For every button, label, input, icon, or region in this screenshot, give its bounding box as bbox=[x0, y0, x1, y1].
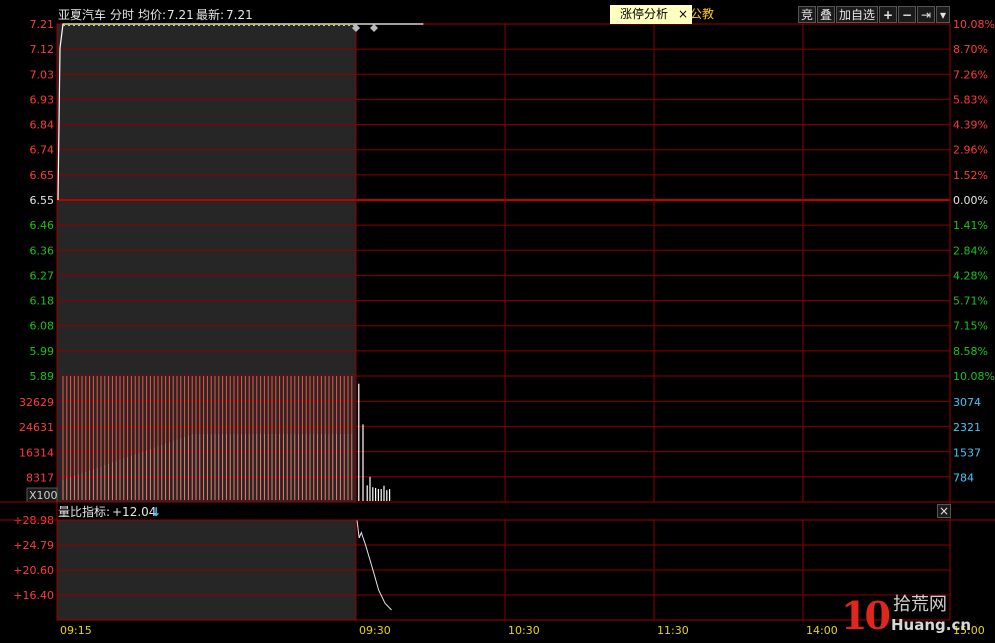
chart-canvas: 7.21 7.12 7.03 6.93 6.84 6.74 6.65 6.55 6.46 6.36… bbox=[0, 18, 995, 637]
price-tick-label: 6.27 bbox=[30, 269, 55, 282]
volume-tick-label: 8317 bbox=[26, 472, 54, 485]
time-tick-label: 09:15 bbox=[60, 624, 92, 637]
percent-tick-label: 1.41% bbox=[953, 219, 988, 232]
volume-right-tick-label: 784 bbox=[953, 472, 974, 485]
time-tick-label: 10:30 bbox=[508, 624, 540, 637]
percent-tick-label: 8.58% bbox=[953, 345, 988, 358]
price-tick-label: 7.03 bbox=[30, 68, 55, 81]
percent-tick-label: 1.52% bbox=[953, 169, 988, 182]
percent-tick-label: 4.28% bbox=[953, 269, 988, 282]
ratio-tick-label: +24.79 bbox=[13, 539, 54, 552]
volume-tick-label: 32629 bbox=[19, 396, 54, 409]
volume-right-tick-label: 1537 bbox=[953, 446, 981, 459]
intraday-chart: 7.21 7.12 7.03 6.93 6.84 6.74 6.65 6.55 6.46 6.36… bbox=[0, 0, 995, 639]
volume-tick-label: 24631 bbox=[19, 421, 54, 434]
watermark-cn: 拾荒网 bbox=[893, 594, 947, 615]
popup-behind-text: 公教 bbox=[690, 7, 715, 21]
close-icon[interactable]: × bbox=[678, 5, 688, 24]
volume-right-tick-label: 3074 bbox=[953, 396, 981, 409]
volume-tick-label: 16314 bbox=[19, 446, 54, 459]
time-tick-label: 09:30 bbox=[359, 624, 391, 637]
watermark-logo: 10 拾荒网 Huang.cn bbox=[841, 595, 991, 637]
plus-icon[interactable]: + bbox=[879, 6, 897, 23]
chevron-down-icon[interactable]: ▾ bbox=[936, 6, 950, 23]
stock-name: 亚夏汽车 bbox=[58, 8, 107, 22]
percent-tick-label: 10.08% bbox=[953, 18, 995, 31]
percent-tick-label: 7.26% bbox=[953, 68, 988, 81]
event-marker-icon bbox=[370, 24, 378, 32]
volume-unit-label: X100 bbox=[29, 489, 58, 502]
price-tick-label: 6.18 bbox=[30, 295, 55, 308]
price-tick-label: 6.74 bbox=[30, 144, 55, 157]
percent-tick-label: 2.84% bbox=[953, 244, 988, 257]
indicator-close-icon[interactable]: × bbox=[937, 504, 951, 518]
overlay-button[interactable]: 叠 bbox=[817, 6, 835, 23]
price-tick-label: 6.46 bbox=[30, 219, 55, 232]
price-tick-label: 5.89 bbox=[30, 370, 55, 383]
percent-tick-label: 5.83% bbox=[953, 93, 988, 106]
ratio-tick-label: +20.60 bbox=[13, 564, 54, 577]
percent-tick-label: 8.70% bbox=[953, 43, 988, 56]
last-label: 最新: bbox=[196, 8, 225, 22]
price-tick-label: 7.12 bbox=[30, 43, 55, 56]
pre-market-shade bbox=[57, 24, 356, 502]
ratio-tick-label: +16.40 bbox=[13, 589, 54, 602]
percent-tick-label: 2.96% bbox=[953, 144, 988, 157]
limit-up-analysis-popup[interactable]: 涨停分析 × bbox=[610, 5, 692, 24]
price-tick-label: 6.93 bbox=[30, 93, 55, 106]
add-watchlist-button[interactable]: 加自选 bbox=[836, 6, 878, 23]
percent-tick-label: 0.00% bbox=[953, 194, 988, 207]
percent-tick-label: 10.08% bbox=[953, 370, 995, 383]
indicator-value: +12.04 bbox=[112, 505, 157, 519]
avg-label: 均价: bbox=[138, 8, 167, 22]
indicator-label: 量比指标: bbox=[58, 505, 111, 519]
view-label: 分时 bbox=[110, 8, 135, 22]
time-tick-label: 11:30 bbox=[657, 624, 689, 637]
percent-tick-label: 5.71% bbox=[953, 295, 988, 308]
watermark-en: Huang.cn bbox=[891, 616, 972, 634]
time-tick-label: 14:00 bbox=[806, 624, 838, 637]
last-value: 7.21 bbox=[226, 8, 253, 22]
price-tick-label: 7.21 bbox=[30, 18, 55, 31]
price-tick-label: 6.55 bbox=[30, 194, 55, 207]
percent-tick-label: 7.15% bbox=[953, 320, 988, 333]
percent-tick-label: 4.39% bbox=[953, 119, 988, 132]
ratio-line bbox=[356, 519, 392, 611]
price-tick-label: 6.36 bbox=[30, 244, 55, 257]
watermark-digits: 10 bbox=[841, 593, 891, 638]
limit-up-analysis-label: 涨停分析 bbox=[620, 7, 669, 21]
jump-end-icon[interactable]: ⇥ bbox=[917, 6, 935, 23]
price-tick-label: 6.65 bbox=[30, 169, 55, 182]
price-tick-label: 5.99 bbox=[30, 345, 55, 358]
price-tick-label: 6.84 bbox=[30, 119, 55, 132]
arrow-down-icon: ↓ bbox=[151, 505, 162, 519]
compete-button[interactable]: 竞 bbox=[798, 6, 816, 23]
volume-right-tick-label: 2321 bbox=[953, 421, 981, 434]
price-tick-label: 6.08 bbox=[30, 320, 55, 333]
minus-icon[interactable]: − bbox=[898, 6, 916, 23]
avg-value: 7.21 bbox=[167, 8, 194, 22]
